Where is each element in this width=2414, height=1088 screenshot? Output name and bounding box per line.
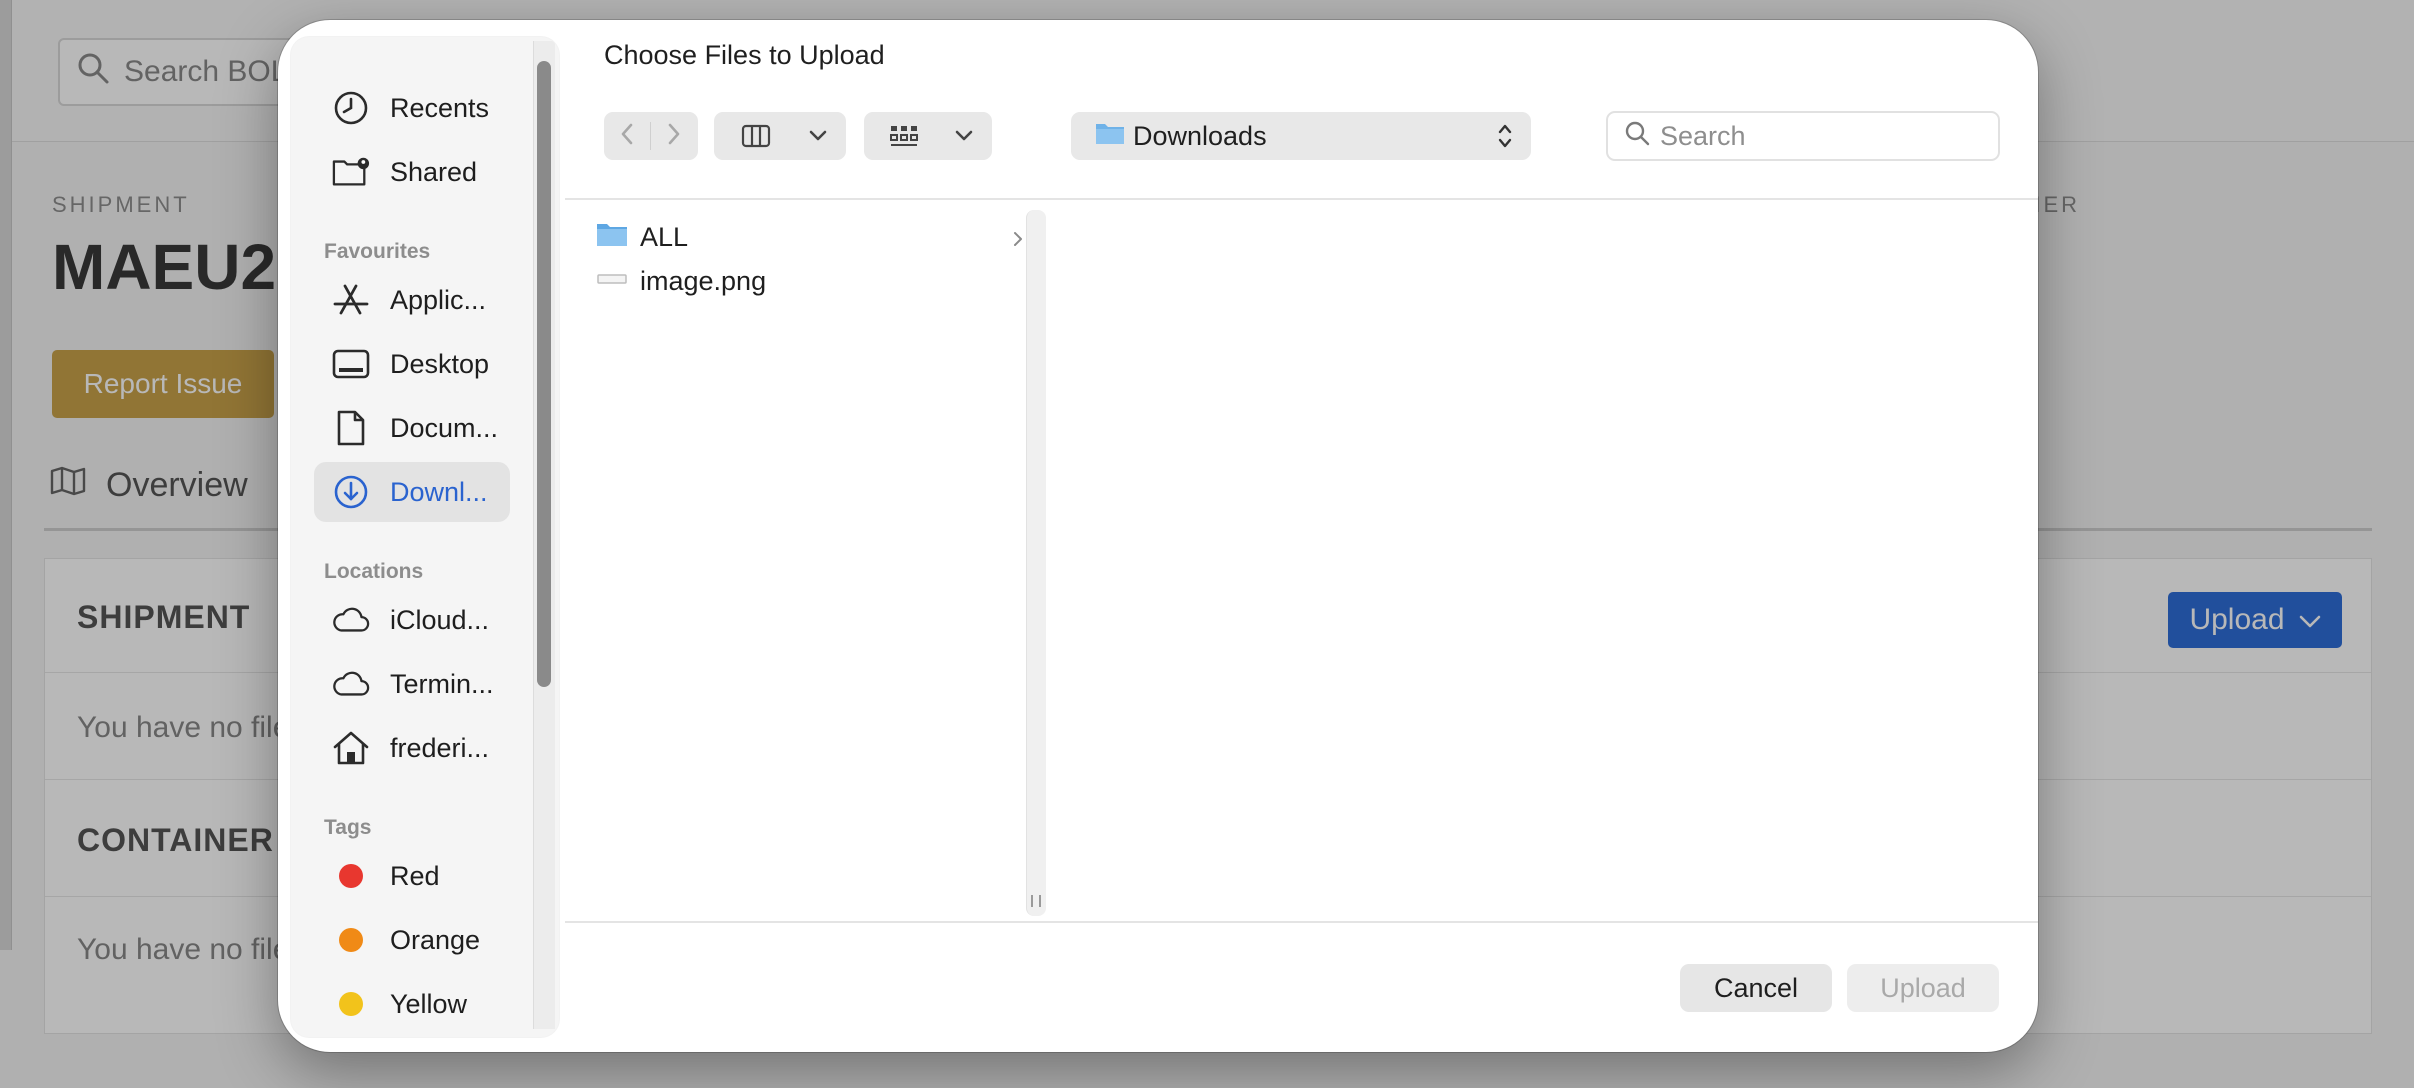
sidebar-tag-orange[interactable]: Orange (314, 910, 510, 970)
sidebar-item-label: Shared (390, 156, 478, 187)
locations-heading: Locations (324, 560, 424, 583)
image-file-icon (596, 265, 628, 298)
sidebar-item-label: Red (390, 860, 440, 891)
file-row-image[interactable]: image.png (588, 259, 1024, 303)
footer-divider (565, 921, 2038, 923)
sidebar-scrollbar-thumb[interactable] (537, 61, 551, 687)
upload-button[interactable]: Upload (1847, 964, 1999, 1012)
sidebar-item-label: Recents (390, 92, 490, 123)
sidebar-item-label: Applic... (390, 284, 487, 315)
sidebar-item-recents[interactable]: Recents (314, 78, 510, 138)
grid-icon (864, 112, 944, 160)
yellow-tag-dot-icon (339, 992, 363, 1016)
chevron-left-icon (620, 122, 634, 151)
browser-divider (565, 198, 2038, 200)
sidebar-item-applications[interactable]: Applic... (314, 270, 510, 330)
file-name: image.png (640, 265, 767, 296)
chevron-right-icon (1012, 225, 1024, 256)
orange-tag-dot-icon (339, 928, 363, 952)
sidebar-item-downloads[interactable]: Downl... (314, 462, 510, 522)
forward-button[interactable] (651, 112, 697, 160)
file-column: ALL image.png (588, 215, 1024, 303)
search-icon (1624, 120, 1650, 153)
group-by-popup[interactable] (864, 112, 992, 160)
document-icon (332, 409, 370, 447)
applications-icon (332, 281, 370, 319)
red-tag-dot-icon (339, 864, 363, 888)
cloud-icon (332, 665, 370, 703)
dialog-sidebar: Recents Shared Favourites Applic... Desk… (291, 37, 559, 1037)
view-mode-popup[interactable] (714, 112, 846, 160)
sidebar-item-desktop[interactable]: Desktop (314, 334, 510, 394)
column-resize-handle[interactable] (1031, 895, 1041, 907)
tags-heading: Tags (324, 816, 372, 839)
navigation-buttons (604, 112, 698, 160)
desktop-icon (332, 345, 370, 383)
sidebar-item-label: Docum... (390, 412, 499, 443)
file-upload-dialog: Recents Shared Favourites Applic... Desk… (278, 20, 2038, 1052)
search-placeholder: Search (1660, 120, 1746, 151)
chevron-down-icon (798, 112, 838, 160)
sidebar-item-label: Yellow (390, 988, 468, 1019)
sidebar-item-label: Downl... (390, 476, 488, 507)
folder-icon (596, 221, 628, 254)
favourites-heading: Favourites (324, 240, 431, 263)
sidebar-tag-red[interactable]: Red (314, 846, 510, 906)
dialog-title: Choose Files to Upload (604, 40, 885, 70)
column-divider (1026, 210, 1046, 916)
download-icon (332, 473, 370, 511)
sidebar-item-label: frederi... (390, 732, 490, 763)
sidebar-item-home[interactable]: frederi... (314, 718, 510, 778)
dialog-search-field[interactable]: Search (1606, 111, 2000, 161)
file-name: ALL (640, 221, 689, 252)
location-popup-label: Downloads (1133, 120, 1267, 151)
folder-icon (1095, 121, 1125, 152)
cancel-button[interactable]: Cancel (1680, 964, 1832, 1012)
location-popup[interactable]: Downloads (1071, 112, 1531, 160)
shared-folder-icon (332, 153, 370, 191)
sidebar-item-shared[interactable]: Shared (314, 142, 510, 202)
sidebar-item-terminal[interactable]: Termin... (314, 654, 510, 714)
back-button[interactable] (604, 112, 650, 160)
sidebar-item-label: Orange (390, 924, 481, 955)
sidebar-tag-yellow[interactable]: Yellow (314, 974, 510, 1034)
file-row-folder[interactable]: ALL (588, 215, 1024, 259)
chevron-right-icon (667, 122, 681, 151)
home-icon (332, 729, 370, 767)
clock-icon (332, 89, 370, 127)
chevron-down-icon (944, 112, 984, 160)
sidebar-item-label: Desktop (390, 348, 490, 379)
sidebar-item-documents[interactable]: Docum... (314, 398, 510, 458)
sidebar-item-icloud[interactable]: iCloud... (314, 590, 510, 650)
up-down-chevron-icon (1497, 122, 1513, 157)
sidebar-item-label: iCloud... (390, 604, 490, 635)
sidebar-item-label: Termin... (390, 668, 494, 699)
cloud-icon (332, 601, 370, 639)
columns-view-icon (714, 112, 798, 160)
